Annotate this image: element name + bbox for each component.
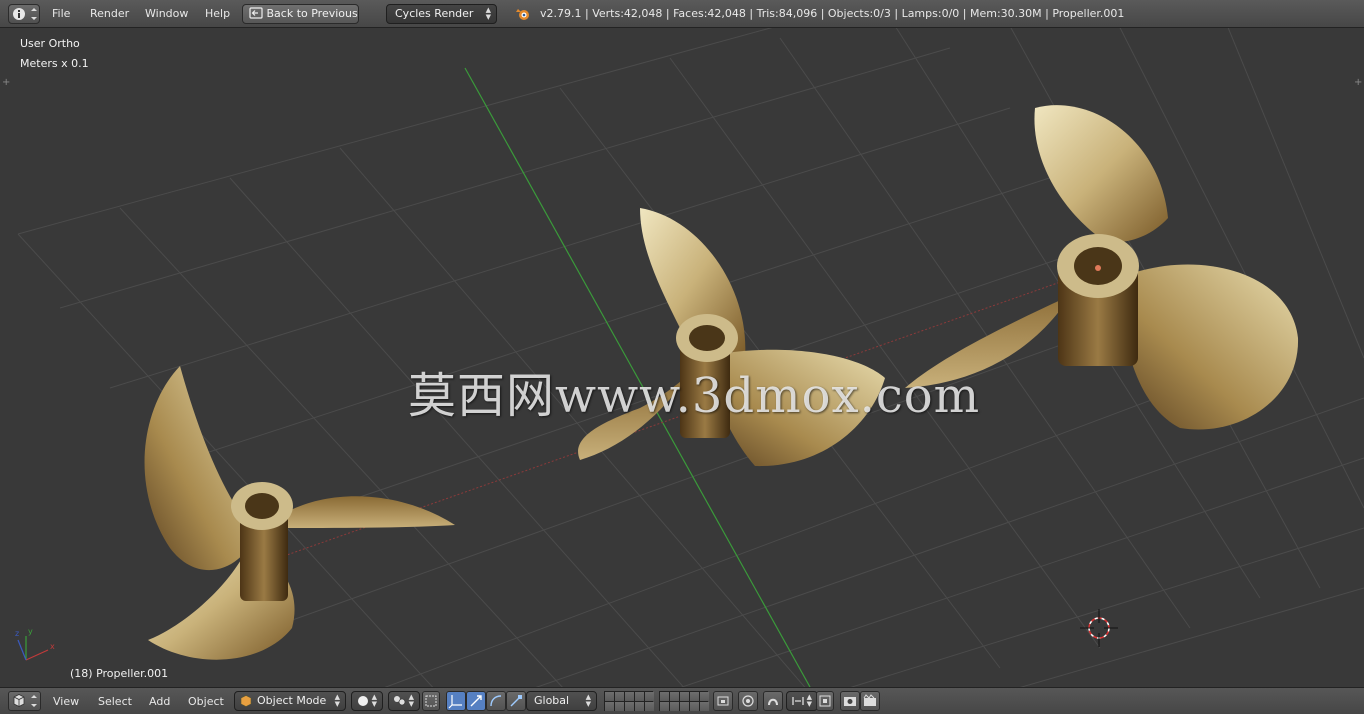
snap-toggle-button[interactable] [763, 691, 783, 711]
pivot-point-dropdown[interactable]: ▲ ▼ [388, 691, 420, 711]
menu-view[interactable]: View [53, 693, 79, 711]
view-name: User Ortho [20, 37, 80, 50]
info-icon [13, 8, 37, 20]
snap-target-icon [819, 695, 831, 707]
rotate-icon [490, 695, 502, 707]
orientation-label: Global [534, 694, 570, 707]
proportional-icon [742, 695, 754, 707]
menu-file[interactable]: File [52, 5, 70, 23]
menu-render[interactable]: Render [90, 5, 129, 23]
manipulator-icon [448, 695, 462, 709]
menu-help[interactable]: Help [205, 5, 230, 23]
snap-icon [768, 698, 778, 706]
render-engine-dropdown[interactable]: Cycles Render ▲ ▼ [386, 4, 497, 24]
scale-icon [510, 695, 522, 707]
menu-select[interactable]: Select [98, 693, 132, 711]
rotate-manipulator-button[interactable] [486, 691, 506, 711]
render-animation-button[interactable] [860, 691, 880, 711]
snap-element-dropdown[interactable]: ▲ ▼ [786, 691, 818, 711]
back-icon [249, 7, 263, 19]
back-to-previous-button[interactable]: Back to Previous [242, 4, 359, 24]
updown-arrows-icon: ▲ ▼ [485, 6, 491, 21]
gizmo-x-label: x [50, 642, 55, 651]
camera-icon [863, 694, 876, 706]
updown-arrows-icon: ▲ ▼ [334, 693, 340, 708]
updown-arrows-icon: ▲ ▼ [371, 693, 377, 708]
sphere-shading-icon [358, 696, 368, 706]
pivot-align-button[interactable] [422, 691, 440, 711]
3d-viewport[interactable]: + + User Ortho Meters x 0.1 (18) Propell… [0, 28, 1364, 687]
transform-orientation-dropdown[interactable]: Global ▲ ▼ [526, 691, 597, 711]
cube-icon [13, 694, 37, 707]
proportional-editing-button[interactable] [738, 691, 758, 711]
editor-type-button-bottom[interactable] [8, 691, 41, 711]
layers-lock-icon [717, 696, 729, 706]
mode-label: Object Mode [257, 694, 327, 707]
axis-gizmo [17, 636, 49, 661]
updown-arrows-icon: ▲ ▼ [806, 693, 812, 708]
viewport-shading-dropdown[interactable]: ▲ ▼ [351, 691, 383, 711]
gizmo-y-label: y [28, 627, 33, 636]
right-panel-toggle-icon[interactable]: + [1354, 78, 1362, 88]
active-object-name: (18) Propeller.001 [70, 667, 169, 680]
updown-arrows-icon: ▲ ▼ [585, 693, 591, 708]
snap-target-button[interactable] [816, 691, 834, 711]
snap-element-icon [792, 697, 804, 705]
pivot-icon [394, 696, 406, 706]
scene-statistics: v2.79.1 | Verts:42,048 | Faces:42,048 | … [540, 7, 1125, 20]
scale-manipulator-button[interactable] [506, 691, 526, 711]
watermark: 莫西网www.3dmox.com [408, 368, 981, 424]
blender-logo-icon [516, 9, 529, 20]
3d-view-header: View Select Add Object Object Mode ▲ ▼ ▲ ▼… [0, 687, 1364, 714]
unit-scale: Meters x 0.1 [20, 57, 89, 70]
menu-object[interactable]: Object [188, 693, 224, 711]
gizmo-z-label: z [15, 629, 20, 638]
render-icon [844, 697, 856, 706]
object-mode-icon [240, 695, 252, 707]
manipulator-toggle[interactable] [446, 691, 466, 711]
layer-buttons-group-2[interactable] [659, 691, 709, 711]
render-still-button[interactable] [840, 691, 860, 711]
pivot-align-icon [425, 695, 437, 707]
menu-window[interactable]: Window [145, 5, 188, 23]
translate-manipulator-button[interactable] [466, 691, 486, 711]
left-panel-toggle-icon[interactable]: + [2, 78, 10, 88]
lock-layers-button[interactable] [713, 691, 733, 711]
translate-icon [470, 695, 482, 707]
render-engine-label: Cycles Render [395, 7, 474, 20]
mode-dropdown[interactable]: Object Mode ▲ ▼ [234, 691, 346, 711]
updown-arrows-icon: ▲ ▼ [408, 693, 414, 708]
info-header: File Render Window Help Back to Previous… [0, 0, 1364, 28]
layer-buttons-group-1[interactable] [604, 691, 654, 711]
back-to-previous-label: Back to Previous [266, 7, 358, 20]
editor-type-button[interactable] [8, 4, 40, 24]
menu-add[interactable]: Add [149, 693, 170, 711]
